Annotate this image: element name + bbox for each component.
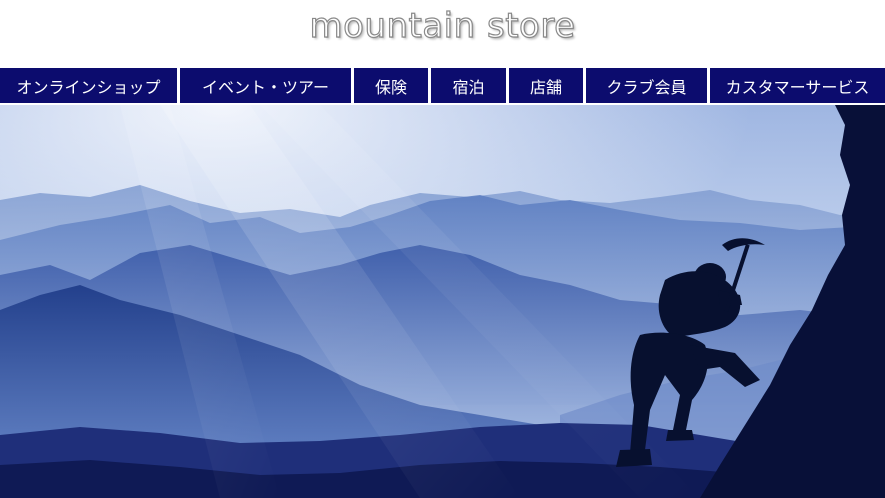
nav-item-lodging[interactable]: 宿泊 [431, 68, 506, 103]
site-logo[interactable]: mountain store [309, 5, 576, 46]
mountain-climber-illustration [0, 105, 885, 498]
page: mountain store オンラインショップ イベント・ツアー 保険 宿泊 … [0, 0, 885, 498]
nav-item-online-shop[interactable]: オンラインショップ [0, 68, 177, 103]
nav-item-insurance[interactable]: 保険 [354, 68, 428, 103]
main-nav: オンラインショップ イベント・ツアー 保険 宿泊 店舗 クラブ会員 カスタマーサ… [0, 68, 885, 103]
nav-item-club-members[interactable]: クラブ会員 [586, 68, 707, 103]
nav-item-events-tours[interactable]: イベント・ツアー [180, 68, 351, 103]
hero-image [0, 105, 885, 498]
nav-item-customer-service[interactable]: カスタマーサービス [710, 68, 885, 103]
site-header: mountain store [0, 0, 885, 68]
nav-item-stores[interactable]: 店舗 [509, 68, 583, 103]
